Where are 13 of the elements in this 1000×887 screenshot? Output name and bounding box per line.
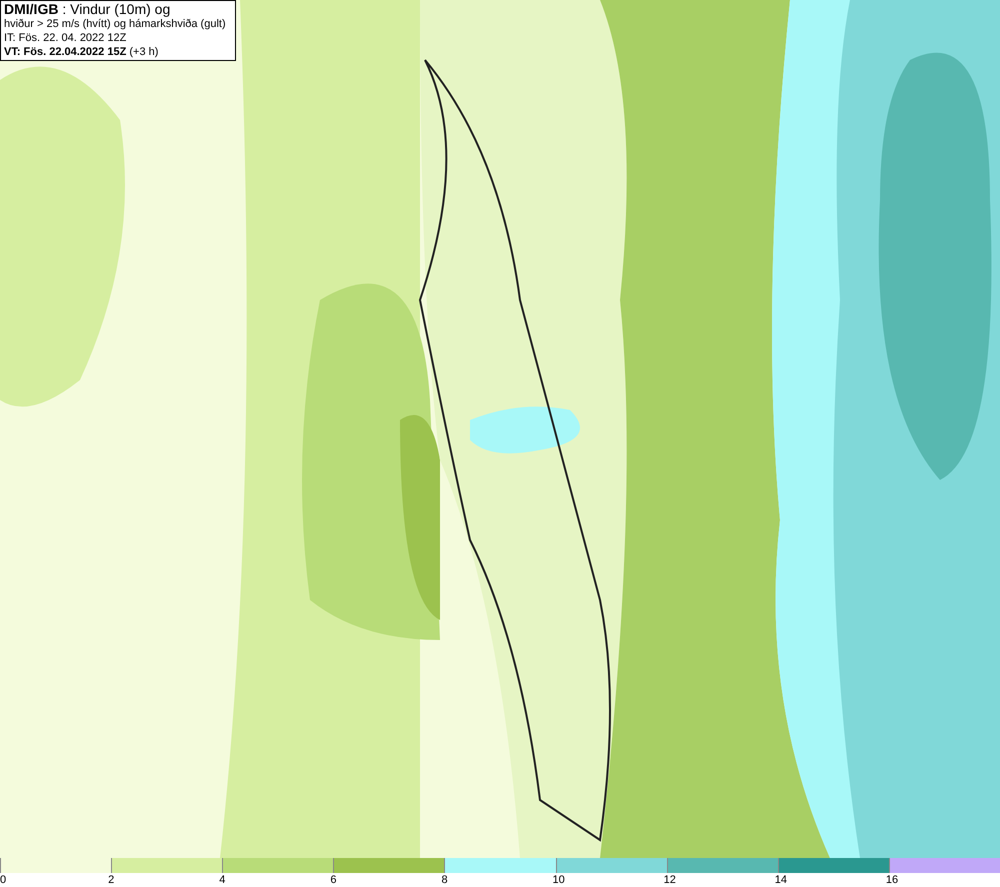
legend-label: 12 [664,873,676,887]
legend-label: 8 [441,873,448,887]
map-info-line: VT: Fös. 22.04.2022 15Z (+3 h) [4,45,158,59]
legend-label: 0 [0,873,6,887]
map-info-line: IT: Fös. 22. 04. 2022 12Z [4,31,126,45]
legend-label: 14 [774,873,788,887]
legend-label: 6 [330,873,336,887]
legend-label: 16 [886,873,898,887]
legend-label: 4 [219,873,226,887]
legend-label: 10 [552,873,565,887]
map-title: DMI/IGB : Vindur (10m) og [4,2,172,17]
map-info-line: hviður > 25 m/s (hvítt) og hámarkshviða (gult) [4,17,226,31]
legend-label: 2 [108,873,114,887]
